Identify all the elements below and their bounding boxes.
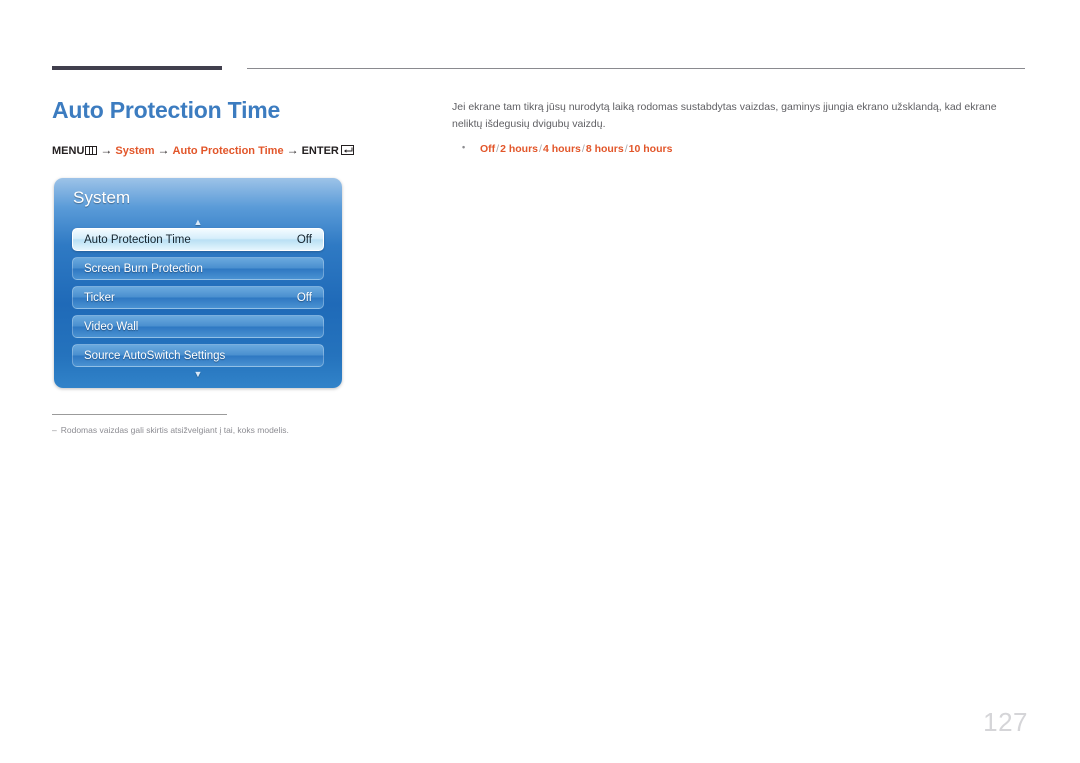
scroll-down-icon[interactable]: ▼ [54,370,342,379]
breadcrumb-menu-label: MENU [52,144,85,157]
osd-row-label: Auto Protection Time [84,233,191,246]
osd-row-ticker[interactable]: Ticker Off [72,286,324,309]
options-list: Off/2 hours/4 hours/8 hours/10 hours [452,141,1014,158]
osd-row-video-wall[interactable]: Video Wall [72,315,324,338]
osd-menu-list: Auto Protection Time Off Screen Burn Pro… [72,228,324,373]
header-rule-dark [52,66,222,70]
description-paragraph: Jei ekrane tam tikrą jūsų nurodytą laiką… [452,101,997,130]
left-column: Auto Protection Time MENU → System → Auto Pr… [52,96,432,157]
option-8-hours: 8 hours [585,143,624,155]
page-title: Auto Protection Time [52,97,281,123]
page-number: 127 [983,707,1028,737]
breadcrumb-item-auto-protection-time: Auto Protection Time [172,144,284,157]
breadcrumb-arrow-2: → [157,142,170,157]
menu-bars-icon [85,145,98,155]
osd-panel-title: System [73,188,131,207]
osd-row-screen-burn-protection[interactable]: Screen Burn Protection [72,257,324,280]
option-off: Off [480,143,496,155]
footnote-dash: – [52,425,57,435]
osd-row-value: Off [296,291,312,304]
breadcrumb: MENU → System → Auto Protection Time → ENTER [52,144,432,157]
right-column: Jei ekrane tam tikrą jūsų nurodytą laiką… [452,99,1014,158]
option-10-hours: 10 hours [628,143,673,155]
osd-row-label: Screen Burn Protection [84,262,203,275]
enter-return-icon [340,144,354,155]
osd-row-auto-protection-time[interactable]: Auto Protection Time Off [72,228,324,251]
breadcrumb-item-system: System [115,144,155,157]
list-item: Off/2 hours/4 hours/8 hours/10 hours [452,141,1014,158]
option-4-hours: 4 hours [542,143,581,155]
osd-row-source-autoswitch-settings[interactable]: Source AutoSwitch Settings [72,344,324,367]
osd-row-value: Off [296,233,312,246]
footnote: – Rodomas vaizdas gali skirtis atsižvelgi… [52,424,472,437]
osd-row-label: Ticker [84,291,115,304]
osd-row-label: Source AutoSwitch Settings [84,349,226,362]
osd-menu-panel[interactable]: System ▲ Auto Protection Time Off Screen… [54,178,342,388]
option-2-hours: 2 hours [500,143,539,155]
osd-row-label: Video Wall [84,320,139,333]
scroll-up-icon[interactable]: ▲ [54,218,342,227]
breadcrumb-enter-label: ENTER [301,144,339,157]
footnote-divider [52,414,227,415]
header-rule-thin [247,68,1025,69]
footnote-text: Rodomas vaizdas gali skirtis atsižvelgia… [60,425,289,435]
breadcrumb-arrow-1: → [100,142,113,157]
breadcrumb-arrow-3: → [286,142,299,157]
